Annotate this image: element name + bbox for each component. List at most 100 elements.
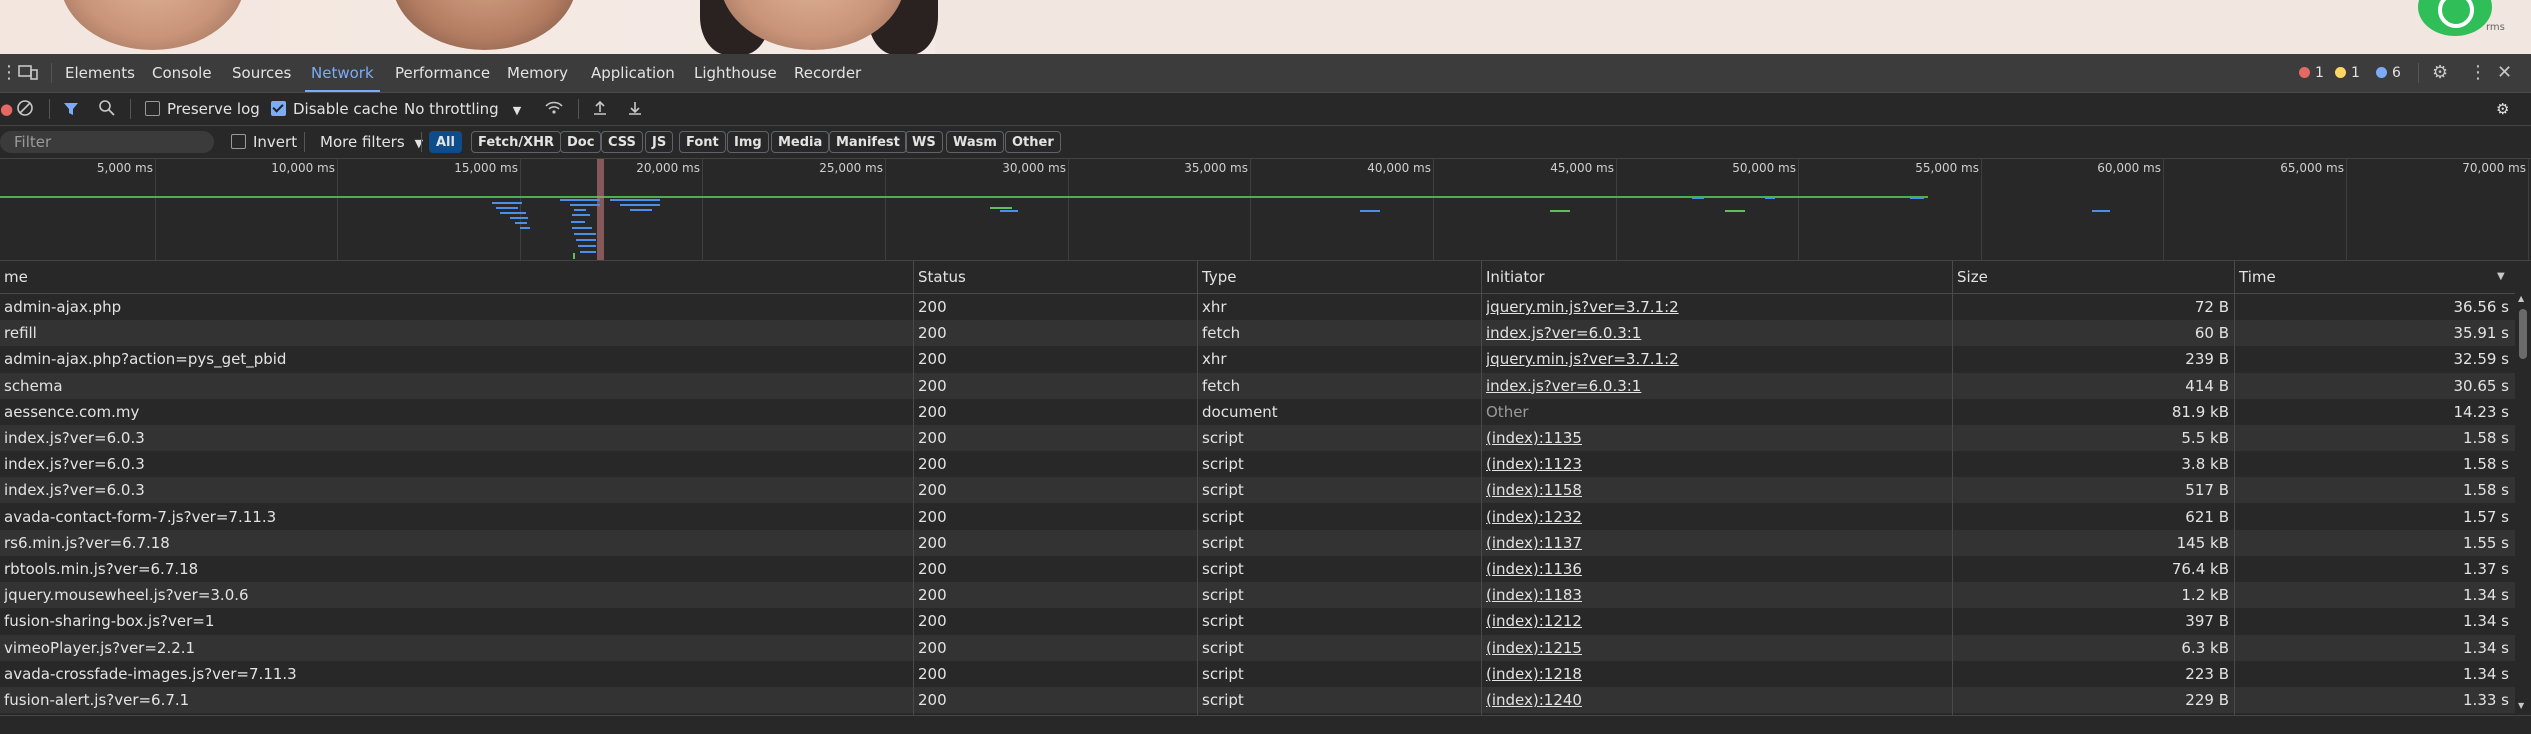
device-toolbar-icon[interactable]: [18, 54, 38, 92]
table-row[interactable]: index.js?ver=6.0.3 200 script (index):1135 5…: [0, 425, 2515, 451]
table-row[interactable]: admin-ajax.php?action=pys_get_pbid 200 xhr…: [0, 346, 2515, 372]
network-overview-timeline[interactable]: 5,000 ms 10,000 ms 15,000 ms 20,000 ms 2…: [0, 159, 2531, 261]
table-row[interactable]: index.js?ver=6.0.3 200 script (index):1158 5…: [0, 477, 2515, 504]
request-initiator[interactable]: index.js?ver=6.0.3:1: [1486, 373, 1946, 399]
more-options-icon[interactable]: ⋮: [2469, 54, 2487, 92]
settings-gear-icon[interactable]: ⚙: [2432, 54, 2448, 92]
column-divider[interactable]: [1481, 261, 1482, 715]
gridline: [2528, 159, 2529, 260]
request-initiator[interactable]: (index):1212: [1486, 608, 1946, 634]
tab-memory[interactable]: Memory: [507, 54, 568, 92]
throttling-select[interactable]: No throttling ▼: [404, 93, 521, 125]
filter-chip-other[interactable]: Other: [1005, 131, 1061, 153]
search-icon[interactable]: [98, 93, 116, 125]
checkbox[interactable]: [231, 134, 246, 149]
filter-chip-js[interactable]: JS: [645, 131, 674, 153]
gridline: [1798, 159, 1799, 260]
import-har-icon[interactable]: [592, 93, 608, 125]
filter-icon[interactable]: [63, 93, 79, 125]
filter-chip-all[interactable]: All: [429, 131, 462, 153]
request-initiator[interactable]: (index):1232: [1486, 504, 1946, 530]
filter-chip-doc[interactable]: Doc: [560, 131, 602, 153]
table-row[interactable]: aessence.com.my 200 document Other 81.9 kB 14…: [0, 399, 2515, 425]
inspect-element-icon[interactable]: ⋮: [0, 54, 18, 92]
column-header-name[interactable]: me: [0, 261, 912, 293]
network-settings-icon[interactable]: ⚙: [2496, 93, 2509, 125]
filter-chip-ws[interactable]: WS: [905, 131, 943, 153]
table-row[interactable]: schema 200 fetch index.js?ver=6.0.3:1 414 B 3…: [0, 372, 2515, 399]
table-row[interactable]: admin-ajax.php 200 xhr jquery.min.js?ver=3.…: [0, 294, 2515, 320]
network-conditions-icon[interactable]: [544, 93, 564, 125]
scrollbar-thumb[interactable]: [2519, 309, 2527, 359]
preserve-log-label: Preserve log: [167, 100, 260, 118]
tab-lighthouse[interactable]: Lighthouse: [694, 54, 777, 92]
checkbox[interactable]: [271, 101, 286, 116]
request-initiator[interactable]: index.js?ver=6.0.3:1: [1486, 320, 1946, 346]
close-icon[interactable]: ✕: [2497, 54, 2512, 92]
table-row[interactable]: refill 200 fetch index.js?ver=6.0.3:1 60 B 35…: [0, 320, 2515, 347]
request-initiator[interactable]: (index):1218: [1486, 661, 1946, 687]
request-initiator[interactable]: (index):1135: [1486, 425, 1946, 451]
request-initiator[interactable]: (index):1136: [1486, 556, 1946, 582]
request-initiator[interactable]: (index):1137: [1486, 530, 1946, 556]
column-header-status[interactable]: Status: [914, 261, 1197, 293]
warning-count-badge[interactable]: 1: [2335, 54, 2360, 92]
tab-performance[interactable]: Performance: [395, 54, 490, 92]
record-icon[interactable]: ●: [0, 93, 13, 125]
table-row[interactable]: fusion-alert.js?ver=6.7.1 200 script (index…: [0, 687, 2515, 713]
filter-chip-css[interactable]: CSS: [601, 131, 643, 153]
table-row[interactable]: index.js?ver=6.0.3 200 script (index):1123 3…: [0, 451, 2515, 477]
message-count-badge[interactable]: 6: [2376, 54, 2401, 92]
request-initiator[interactable]: jquery.min.js?ver=3.7.1:2: [1486, 294, 1946, 320]
preserve-log-checkbox[interactable]: Preserve log: [145, 93, 260, 125]
table-row[interactable]: avada-contact-form-7.js?ver=7.11.3 200 scr…: [0, 504, 2515, 530]
filter-chip-fetch-xhr[interactable]: Fetch/XHR: [471, 131, 562, 153]
tab-application[interactable]: Application: [591, 54, 675, 92]
checkbox[interactable]: [145, 101, 160, 116]
column-header-type[interactable]: Type: [1198, 261, 1481, 293]
scroll-up-icon[interactable]: ▲: [2518, 294, 2524, 303]
filter-chip-manifest[interactable]: Manifest: [829, 131, 907, 153]
tab-recorder[interactable]: Recorder: [794, 54, 861, 92]
table-row[interactable]: fusion-sharing-box.js?ver=1 200 script (ind…: [0, 608, 2515, 634]
table-row[interactable]: jquery.mousewheel.js?ver=3.0.6 200 script (…: [0, 582, 2515, 609]
timeline-selection[interactable]: [597, 159, 604, 260]
request-initiator[interactable]: (index):1123: [1486, 451, 1946, 477]
request-initiator[interactable]: (index):1158: [1486, 477, 1946, 503]
filter-input[interactable]: Filter: [0, 131, 214, 153]
tab-network[interactable]: Network: [305, 54, 380, 92]
filter-chip-media[interactable]: Media: [771, 131, 830, 153]
filter-chip-font[interactable]: Font: [679, 131, 726, 153]
column-divider[interactable]: [913, 261, 914, 715]
export-har-icon[interactable]: [627, 93, 643, 125]
error-count-badge[interactable]: 1: [2299, 54, 2324, 92]
filter-chip-img[interactable]: Img: [727, 131, 769, 153]
tab-elements[interactable]: Elements: [65, 54, 135, 92]
table-row[interactable]: rs6.min.js?ver=6.7.18 200 script (index):11…: [0, 529, 2515, 556]
gridline: [1616, 159, 1617, 260]
scroll-down-icon[interactable]: ▼: [2518, 701, 2524, 710]
request-initiator[interactable]: jquery.min.js?ver=3.7.1:2: [1486, 346, 1946, 372]
table-row[interactable]: rbtools.min.js?ver=6.7.18 200 script (index…: [0, 556, 2515, 582]
tab-sources[interactable]: Sources: [232, 54, 291, 92]
tab-console[interactable]: Console: [152, 54, 212, 92]
clear-icon[interactable]: [16, 93, 34, 125]
column-header-time[interactable]: Time: [2235, 261, 2501, 293]
invert-checkbox[interactable]: Invert: [231, 126, 297, 158]
more-filters-label: More filters: [320, 133, 405, 151]
column-header-size[interactable]: Size: [1953, 261, 2234, 293]
column-divider[interactable]: [1952, 261, 1953, 715]
request-initiator[interactable]: (index):1215: [1486, 635, 1946, 661]
more-filters-dropdown[interactable]: More filters ▼: [320, 126, 423, 158]
table-row[interactable]: vimeoPlayer.js?ver=2.2.1 200 script (index)…: [0, 634, 2515, 661]
disable-cache-checkbox[interactable]: Disable cache: [271, 93, 398, 125]
sort-descending-icon[interactable]: ▼: [2497, 261, 2505, 293]
request-initiator[interactable]: (index):1240: [1486, 687, 1946, 713]
request-bar: [496, 207, 518, 209]
column-divider[interactable]: [2234, 261, 2235, 715]
column-header-initiator[interactable]: Initiator: [1482, 261, 1952, 293]
column-divider[interactable]: [1197, 261, 1198, 715]
table-row[interactable]: avada-crossfade-images.js?ver=7.11.3 200 s…: [0, 661, 2515, 687]
request-initiator[interactable]: (index):1183: [1486, 582, 1946, 608]
filter-chip-wasm[interactable]: Wasm: [946, 131, 1004, 153]
